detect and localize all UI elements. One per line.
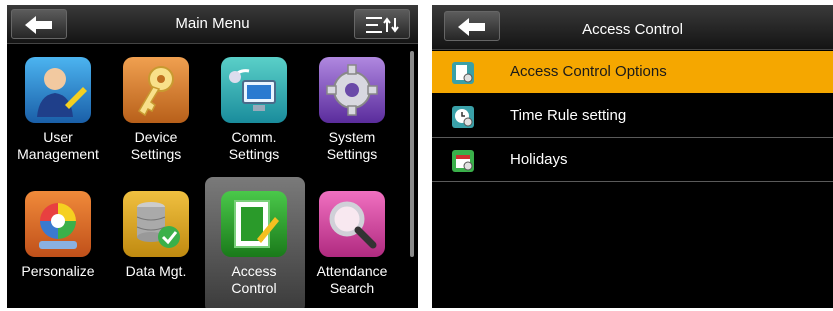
main-menu-screen: Main Menu User Management Device Setting…: [7, 5, 418, 308]
device-settings-icon: [123, 57, 189, 123]
sort-button[interactable]: [354, 9, 410, 39]
user-management-icon: [25, 57, 91, 123]
main-menu-header: Main Menu: [7, 5, 418, 44]
menu-item-label: Search: [329, 280, 375, 296]
access-control-header: Access Control: [432, 5, 833, 50]
menu-item-attendance-search[interactable]: Attendance Search: [304, 191, 400, 308]
data-mgt-icon: [123, 191, 189, 257]
page-title: Access Control: [582, 21, 683, 38]
menu-item-label: Control: [231, 280, 277, 296]
access-control-screen: Access Control Access Control Options Ti…: [432, 5, 833, 308]
system-settings-icon: [319, 57, 385, 123]
menu-item-label: System: [328, 129, 376, 145]
menu-item-access-control[interactable]: Access Control: [206, 191, 302, 308]
menu-item-label: Data Mgt.: [125, 263, 187, 279]
menu-item-system-settings[interactable]: System Settings: [304, 57, 400, 177]
menu-item-label: Access: [231, 263, 277, 279]
menu-item-data-mgt[interactable]: Data Mgt.: [108, 191, 204, 308]
list-item-label: Time Rule setting: [510, 107, 627, 124]
menu-item-label: Settings: [228, 146, 280, 162]
access-control-icon: [221, 191, 287, 257]
menu-item-label: Personalize: [21, 263, 95, 279]
menu-item-personalize[interactable]: Personalize: [10, 191, 106, 308]
menu-item-user-management[interactable]: User Management: [10, 57, 106, 177]
menu-item-label: Settings: [130, 146, 182, 162]
menu-item-label: Management: [17, 146, 99, 162]
access-options-icon: [452, 62, 474, 84]
sort-menu-icon: [366, 17, 399, 33]
list-item-access-control-options[interactable]: Access Control Options: [432, 51, 833, 93]
list-item-label: Access Control Options: [510, 63, 667, 80]
menu-item-label: Attendance: [316, 263, 388, 279]
menu-item-label: Device: [134, 129, 178, 145]
attendance-search-icon: [319, 191, 385, 257]
list-item-time-rule-setting[interactable]: Time Rule setting: [432, 95, 833, 138]
comm-settings-icon: [221, 57, 287, 123]
time-rule-icon: [452, 106, 474, 128]
menu-item-comm-settings[interactable]: Comm. Settings: [206, 57, 302, 177]
list-item-holidays[interactable]: Holidays: [432, 139, 833, 182]
menu-item-label: Comm.: [231, 129, 277, 145]
scrollbar[interactable]: [410, 51, 414, 257]
holidays-icon: [452, 150, 474, 172]
list-item-label: Holidays: [510, 151, 568, 168]
menu-item-device-settings[interactable]: Device Settings: [108, 57, 204, 177]
personalize-icon: [25, 191, 91, 257]
menu-item-label: Settings: [326, 146, 378, 162]
menu-item-label: User: [43, 129, 73, 145]
